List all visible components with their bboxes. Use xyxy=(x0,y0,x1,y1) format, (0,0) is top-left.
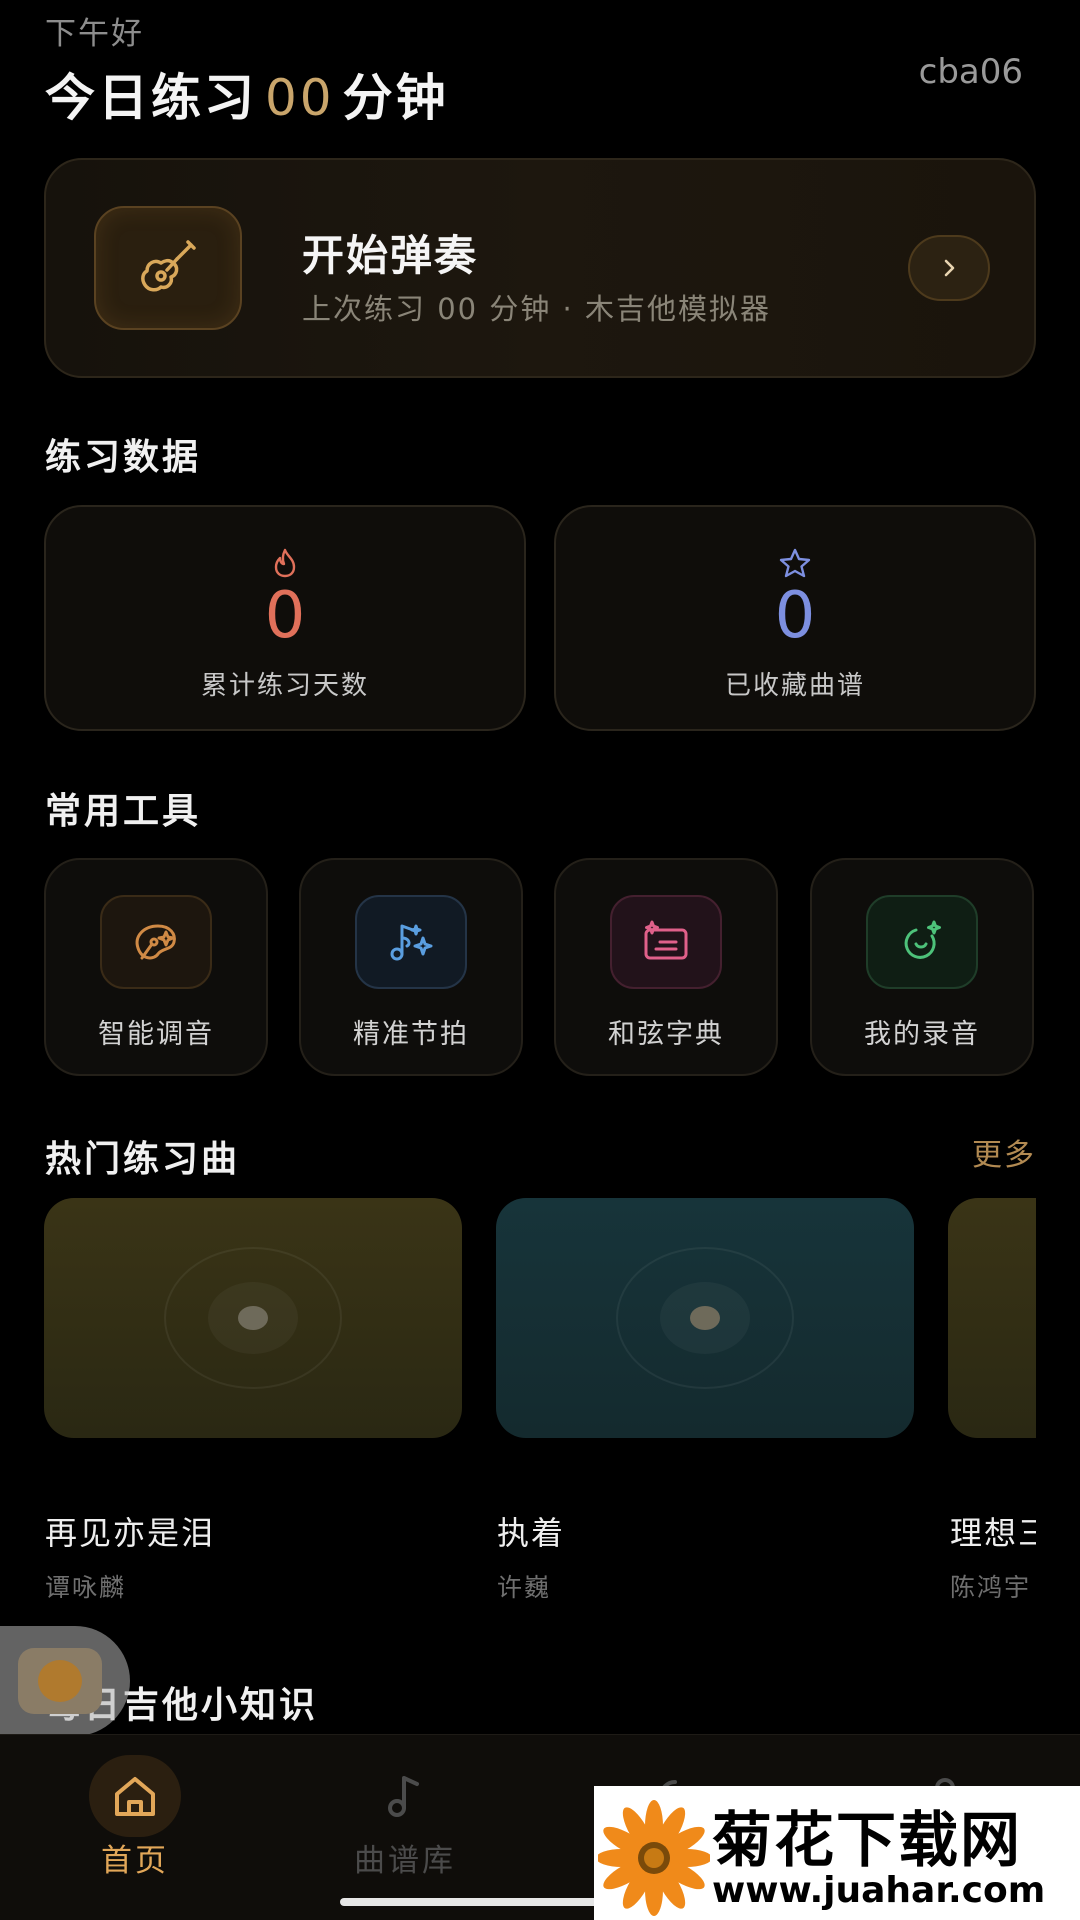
favorites-label: 已收藏曲谱 xyxy=(724,671,865,701)
tool-chord-dictionary[interactable]: 和弦字典 xyxy=(554,858,778,1076)
vinyl-disc-icon xyxy=(616,1247,794,1389)
tab-home[interactable]: 首页 xyxy=(0,1735,270,1885)
practice-days-label: 累计练习天数 xyxy=(200,671,369,701)
watermark-logo: 菊花下载网 www.juahar.com xyxy=(594,1786,1080,1920)
metronome-icon xyxy=(355,895,467,989)
floating-assistant-button[interactable] xyxy=(0,1626,130,1736)
tool-metronome[interactable]: 精准节拍 xyxy=(299,858,523,1076)
tool-metronome-label: 精准节拍 xyxy=(353,1019,469,1050)
tool-tuner-label: 智能调音 xyxy=(98,1019,214,1050)
song-artist: 谭咏麟 xyxy=(45,1573,127,1602)
song-cover[interactable] xyxy=(496,1198,914,1438)
song-cover[interactable] xyxy=(948,1198,1036,1438)
music-note-icon xyxy=(359,1755,451,1837)
favorites-card[interactable]: 0 已收藏曲谱 xyxy=(554,505,1036,731)
watermark-title: 菊花下载网 xyxy=(712,1806,1022,1876)
more-link[interactable]: 更多 xyxy=(972,1130,1036,1174)
song-title[interactable]: 再见亦是泪 xyxy=(45,1508,445,1554)
username[interactable]: cba06 xyxy=(919,52,1023,92)
chord-dictionary-icon xyxy=(610,895,722,989)
favorites-value: 0 xyxy=(774,579,816,653)
today-practice-suffix: 分钟 xyxy=(342,69,449,127)
today-practice-prefix: 今日练习 xyxy=(45,69,257,127)
today-practice-title: 今日练习 00 分钟 xyxy=(45,58,449,130)
popular-songs-title: 热门练习曲 xyxy=(45,1139,241,1180)
last-practice-subtitle: 上次练习 00 分钟 · 木吉他模拟器 xyxy=(302,292,771,326)
tool-recording-label: 我的录音 xyxy=(864,1019,980,1050)
home-icon xyxy=(89,1755,181,1837)
flame-icon xyxy=(270,547,300,583)
tools-title: 常用工具 xyxy=(45,791,202,832)
practice-data-title: 练习数据 xyxy=(45,437,202,478)
song-cover[interactable] xyxy=(44,1198,462,1438)
song-title[interactable]: 执着 xyxy=(497,1508,897,1554)
tab-sheet-library-label: 曲谱库 xyxy=(354,1843,456,1879)
tool-recording[interactable]: 我的录音 xyxy=(810,858,1034,1076)
star-icon xyxy=(778,547,812,583)
start-playing-title: 开始弹奏 xyxy=(302,231,479,280)
guitar-icon xyxy=(94,206,242,330)
greeting-text: 下午好 xyxy=(45,16,144,52)
song-artist: 许巍 xyxy=(497,1573,552,1602)
tool-tuner[interactable]: 智能调音 xyxy=(44,858,268,1076)
chrysanthemum-logo-icon xyxy=(598,1800,710,1916)
watermark-url: www.juahar.com xyxy=(712,1870,1046,1911)
practice-days-value: 0 xyxy=(264,579,306,653)
tuner-icon xyxy=(100,895,212,989)
today-practice-minutes: 00 xyxy=(265,69,335,127)
song-artist: 陈鸿宇 xyxy=(950,1573,1032,1602)
start-playing-card[interactable]: 开始弹奏 上次练习 00 分钟 · 木吉他模拟器 xyxy=(44,158,1036,378)
tab-sheet-library[interactable]: 曲谱库 xyxy=(270,1735,540,1885)
practice-days-card[interactable]: 0 累计练习天数 xyxy=(44,505,526,731)
vinyl-disc-icon xyxy=(164,1247,342,1389)
recording-icon xyxy=(866,895,978,989)
tool-chord-dictionary-label: 和弦字典 xyxy=(608,1019,724,1050)
chevron-right-icon[interactable] xyxy=(908,235,990,301)
song-title[interactable]: 理想三 xyxy=(950,1508,1036,1554)
tab-home-label: 首页 xyxy=(101,1843,169,1879)
